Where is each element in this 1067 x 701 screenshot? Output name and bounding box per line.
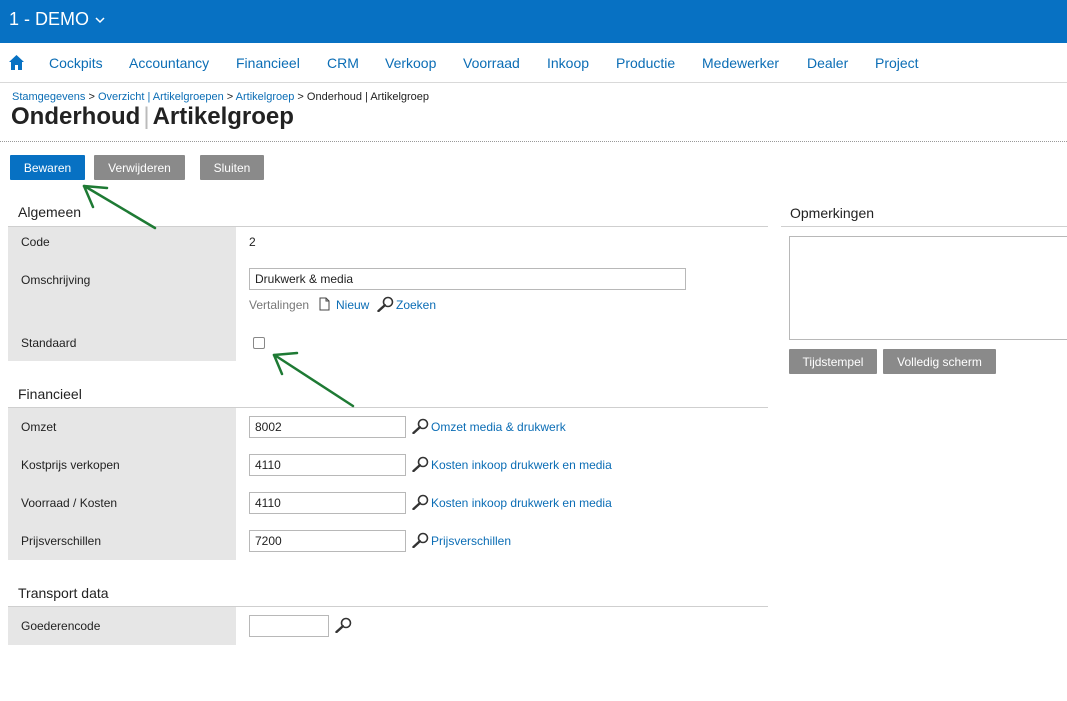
arrow-to-save-button-icon: [82, 184, 157, 230]
remarks-textarea[interactable]: [789, 236, 1067, 340]
company-selector[interactable]: 1 - DEMO: [9, 9, 105, 30]
nav-item-inkoop[interactable]: Inkoop: [547, 55, 589, 71]
stock-costs-input[interactable]: 4110: [249, 492, 406, 514]
search-icon[interactable]: [412, 532, 429, 548]
nav-item-cockpits[interactable]: Cockpits: [49, 55, 103, 71]
breadcrumb-stamgegevens[interactable]: Stamgegevens: [12, 91, 85, 103]
price-differences-input[interactable]: 7200: [249, 530, 406, 552]
stock-costs-link[interactable]: Kosten inkoop drukwerk en media: [431, 496, 612, 510]
section-title-remarks: Opmerkingen: [790, 205, 875, 221]
revenue-account-link[interactable]: Omzet media & drukwerk: [431, 420, 566, 434]
translations-label: Vertalingen: [249, 298, 310, 312]
new-translation-link[interactable]: Nieuw: [336, 298, 369, 312]
nav-item-productie[interactable]: Productie: [616, 55, 675, 71]
new-document-icon[interactable]: [319, 297, 330, 311]
cost-of-sales-label: Kostprijs verkopen: [21, 458, 120, 472]
main-menu: Cockpits Accountancy Financieel CRM Verk…: [0, 43, 1067, 83]
code-label: Code: [21, 235, 50, 249]
page-title-separator: |: [143, 103, 150, 130]
fullscreen-button[interactable]: Volledig scherm: [883, 349, 996, 374]
price-differences-label: Prijsverschillen: [21, 534, 102, 548]
breadcrumb-separator: >: [297, 91, 304, 103]
search-translation-link[interactable]: Zoeken: [396, 298, 436, 312]
breadcrumb-artikelgroep[interactable]: Artikelgroep: [236, 91, 295, 103]
section-title-transport: Transport data: [18, 585, 109, 601]
section-divider: [781, 226, 1067, 227]
breadcrumb-overzicht[interactable]: Overzicht | Artikelgroepen: [98, 91, 224, 103]
title-divider: [0, 141, 1067, 142]
search-icon[interactable]: [412, 456, 429, 472]
nav-item-crm[interactable]: CRM: [327, 55, 359, 71]
stock-costs-label: Voorraad / Kosten: [21, 496, 118, 510]
breadcrumb: Stamgegevens > Overzicht | Artikelgroepe…: [12, 91, 429, 103]
code-value: 2: [249, 235, 256, 249]
section-title-algemeen: Algemeen: [18, 204, 82, 220]
company-name: 1 - DEMO: [9, 9, 90, 29]
breadcrumb-separator: >: [226, 91, 234, 103]
chevron-down-icon: [95, 17, 105, 24]
search-icon[interactable]: [412, 494, 429, 510]
top-bar: 1 - DEMO: [0, 0, 1067, 43]
page-title: Onderhoud | Artikelgroep: [11, 103, 294, 131]
breadcrumb-current: Onderhoud | Artikelgroep: [306, 91, 430, 103]
default-checkbox[interactable]: [253, 337, 265, 349]
page-title-main: Onderhoud: [11, 103, 141, 130]
nav-item-voorraad[interactable]: Voorraad: [463, 55, 520, 71]
nav-item-dealer[interactable]: Dealer: [807, 55, 848, 71]
search-icon[interactable]: [412, 418, 429, 434]
nav-item-project[interactable]: Project: [875, 55, 919, 71]
page-title-sub: Artikelgroep: [152, 103, 294, 130]
nav-item-accountancy[interactable]: Accountancy: [129, 55, 209, 71]
commodity-code-input[interactable]: [249, 615, 329, 637]
description-label: Omschrijving: [21, 273, 91, 287]
cost-of-sales-input[interactable]: 4110: [249, 454, 406, 476]
nav-item-medewerker[interactable]: Medewerker: [702, 55, 779, 71]
revenue-label: Omzet: [21, 420, 57, 434]
timestamp-button[interactable]: Tijdstempel: [789, 349, 877, 374]
breadcrumb-separator: >: [88, 91, 95, 103]
commodity-code-label: Goederencode: [21, 619, 101, 633]
description-input[interactable]: Drukwerk & media: [249, 268, 686, 290]
close-button[interactable]: Sluiten: [200, 155, 264, 180]
search-icon[interactable]: [335, 617, 352, 633]
price-differences-link[interactable]: Prijsverschillen: [431, 534, 511, 548]
cost-of-sales-link[interactable]: Kosten inkoop drukwerk en media: [431, 458, 612, 472]
nav-item-financieel[interactable]: Financieel: [236, 55, 300, 71]
save-button[interactable]: Bewaren: [10, 155, 85, 180]
nav-item-verkoop[interactable]: Verkoop: [385, 55, 436, 71]
home-icon[interactable]: [8, 54, 25, 71]
arrow-to-default-checkbox-icon: [272, 351, 355, 408]
delete-button[interactable]: Verwijderen: [94, 155, 185, 180]
search-icon[interactable]: [377, 296, 394, 312]
default-label: Standaard: [21, 336, 77, 350]
revenue-account-input[interactable]: 8002: [249, 416, 406, 438]
section-title-financieel: Financieel: [18, 386, 82, 402]
